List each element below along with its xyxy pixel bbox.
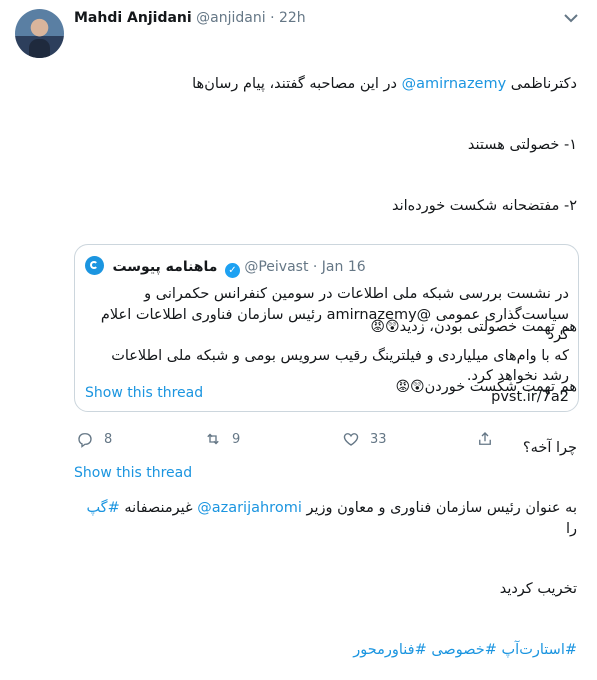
retweet-button[interactable]: 9 bbox=[204, 430, 240, 448]
quoted-line: در نشست بررسی شبکه ملی اطلاعات در سومین … bbox=[144, 286, 569, 302]
quoted-avatar bbox=[85, 256, 104, 275]
share-icon bbox=[479, 432, 491, 445]
tweet-timestamp[interactable]: 22h bbox=[279, 10, 306, 26]
quoted-header: ماهنامه پیوست ✓ @Peivast · Jan 16 bbox=[85, 256, 366, 278]
reply-icon bbox=[78, 433, 92, 448]
quoted-line: سیاست‌گذاری عمومی @amirnazemy رئیس سازما… bbox=[100, 306, 569, 344]
quoted-separator: · bbox=[312, 259, 318, 275]
verified-badge-icon: ✓ bbox=[224, 263, 240, 278]
tweet-line: ۱- خصولتی هستند bbox=[467, 137, 577, 154]
tweet-line: ۲- مفتضحانه شکست خورده‌اند bbox=[391, 197, 577, 214]
share-button[interactable] bbox=[476, 430, 494, 448]
retweet-count: 9 bbox=[232, 431, 241, 447]
hashtag-link[interactable]: #گپ bbox=[86, 500, 119, 516]
tweet-actions: 8 9 33 bbox=[74, 430, 574, 450]
quoted-tweet-card[interactable]: ماهنامه پیوست ✓ @Peivast · Jan 16 در نشس… bbox=[74, 244, 579, 412]
quoted-show-thread-link[interactable]: Show this thread bbox=[85, 385, 203, 401]
tweet-text: دکترناظمی bbox=[506, 76, 577, 93]
tweet-text: غیرمنصفانه bbox=[119, 500, 198, 517]
tweet-line: دکترناظمی @amirnazemy در این مصاحبه گفتن… bbox=[74, 74, 577, 94]
tweet-line: تخریب کردید bbox=[499, 581, 577, 598]
reply-count: 8 bbox=[104, 431, 113, 447]
quoted-author-handle: @Peivast bbox=[244, 259, 309, 275]
quoted-date: Jan 16 bbox=[321, 259, 366, 275]
author-avatar[interactable] bbox=[15, 9, 64, 58]
like-count: 33 bbox=[370, 431, 387, 447]
author-name[interactable]: Mahdi Anjidani bbox=[74, 10, 192, 26]
heart-icon bbox=[343, 433, 359, 446]
tweet-header: Mahdi Anjidani @anjidani · 22h bbox=[74, 10, 306, 26]
show-thread-link[interactable]: Show this thread bbox=[74, 465, 192, 481]
header-separator: · bbox=[270, 10, 275, 26]
tweet-text: به عنوان رئیس سازمان فناوری و معاون وزیر bbox=[301, 500, 577, 517]
chevron-down-icon[interactable] bbox=[561, 12, 581, 28]
quoted-author-name: ماهنامه پیوست bbox=[112, 259, 218, 275]
tweet-text: در این مصاحبه گفتند، پیام رسان‌ها bbox=[192, 76, 402, 93]
like-button[interactable]: 33 bbox=[342, 430, 387, 448]
retweet-icon bbox=[207, 433, 219, 445]
quoted-line: که با وام‌های میلیاردی و فیلترینگ رقیب س… bbox=[111, 347, 569, 364]
mention-link[interactable]: @amirnazemy bbox=[402, 76, 507, 92]
reply-button[interactable]: 8 bbox=[76, 430, 112, 448]
tweet-line: به عنوان رئیس سازمان فناوری و معاون وزیر… bbox=[74, 498, 577, 538]
hashtags-line[interactable]: #استارت‌آپ #خصوصی #فناورمحور bbox=[74, 640, 577, 660]
quoted-line: رشد نخواهد کرد. bbox=[466, 368, 569, 384]
author-handle[interactable]: @anjidani bbox=[196, 10, 265, 26]
mention-link[interactable]: @azarijahromi bbox=[197, 500, 302, 516]
